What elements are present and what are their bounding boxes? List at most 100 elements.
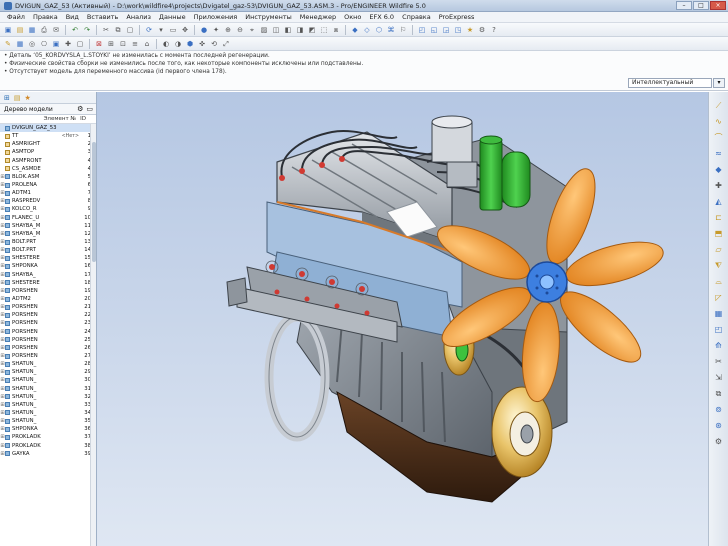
chevron-down-icon[interactable]: ▾ bbox=[713, 78, 725, 88]
folder-browser-icon[interactable]: ▤ bbox=[14, 94, 21, 102]
rib-icon[interactable]: ▱ bbox=[713, 244, 725, 256]
no-hidden-icon[interactable]: ◩ bbox=[307, 25, 317, 35]
wireframe-icon[interactable]: ◧ bbox=[283, 25, 293, 35]
print-icon[interactable]: ⎙ bbox=[39, 25, 49, 35]
menu-item[interactable]: Правка bbox=[29, 13, 62, 21]
perspective-icon[interactable]: ⬚ bbox=[319, 25, 329, 35]
appearance-icon[interactable]: ◐ bbox=[161, 39, 171, 49]
tree-row[interactable]: ⊞PROLENA6 bbox=[0, 181, 96, 189]
tree-row[interactable]: ⊞ ADTM2 20 bbox=[0, 295, 96, 303]
refit-icon[interactable]: ⌖ bbox=[247, 25, 257, 35]
reorient-icon[interactable]: ✥ bbox=[180, 25, 190, 35]
sketch-icon[interactable]: ✎ bbox=[3, 39, 13, 49]
minimize-button[interactable]: – bbox=[676, 1, 692, 10]
settings-icon[interactable]: ⚙ bbox=[713, 436, 725, 448]
tree-scrollbar[interactable] bbox=[90, 124, 96, 546]
tree-row[interactable]: ASMTOP3 bbox=[0, 148, 96, 156]
menu-item[interactable]: Менеджер bbox=[296, 13, 340, 21]
window-icon[interactable]: ▭ bbox=[168, 25, 178, 35]
tree-row[interactable]: ⊞ SHATUN_ 30 bbox=[0, 376, 96, 384]
maximize-button[interactable]: □ bbox=[693, 1, 709, 10]
cut-icon[interactable]: ✂ bbox=[101, 25, 111, 35]
tree-row[interactable]: ⊞RASPREDV8 bbox=[0, 197, 96, 205]
selection-filter[interactable]: Интеллектуальный bbox=[628, 78, 712, 88]
open-icon[interactable]: ▤ bbox=[15, 25, 25, 35]
layer-icon[interactable]: ◫ bbox=[271, 25, 281, 35]
move-icon[interactable]: ✜ bbox=[197, 39, 207, 49]
tree-row[interactable]: ⊞ SHATUN_ 33 bbox=[0, 401, 96, 409]
tree-row[interactable]: ⊞ PORSHEN 22 bbox=[0, 311, 96, 319]
zoom-out-icon[interactable]: ⊖ bbox=[235, 25, 245, 35]
tree-row[interactable]: ⊞ SHATUN_ 34 bbox=[0, 409, 96, 417]
email-icon[interactable]: ✉ bbox=[51, 25, 61, 35]
tree-row[interactable]: ⊞ SHPONKA 16 bbox=[0, 262, 96, 270]
color-icon[interactable]: ◑ bbox=[173, 39, 183, 49]
shell-icon[interactable]: ⬒ bbox=[713, 228, 725, 240]
column-header[interactable]: ID bbox=[80, 116, 86, 122]
hole-icon[interactable]: ⊏ bbox=[713, 212, 725, 224]
tree-row[interactable]: ⊞ SHESTERE 18 bbox=[0, 279, 96, 287]
tree-row[interactable]: ⊞ SHAYBA_M 12 bbox=[0, 230, 96, 238]
settings-icon[interactable]: ⚙ bbox=[477, 25, 487, 35]
list-icon[interactable]: ≡ bbox=[130, 39, 140, 49]
new-icon[interactable]: ▣ bbox=[3, 25, 13, 35]
component-icon[interactable]: ▢ bbox=[75, 39, 85, 49]
tree-row[interactable]: ASMFRONT4 bbox=[0, 157, 96, 165]
favorites-icon[interactable]: ★ bbox=[465, 25, 475, 35]
spline-icon[interactable]: ≈ bbox=[713, 148, 725, 160]
tree-row[interactable]: ⊞ PROKLADK 37 bbox=[0, 433, 96, 441]
saved-view-icon[interactable]: ⧈ bbox=[331, 25, 341, 35]
shading-icon[interactable]: ● bbox=[199, 25, 209, 35]
hidden-line-icon[interactable]: ◨ bbox=[295, 25, 305, 35]
hex-icon[interactable]: ⬢ bbox=[185, 39, 195, 49]
tree-row[interactable]: ⊞ PORSHEN 26 bbox=[0, 344, 96, 352]
save-icon[interactable]: ▦ bbox=[27, 25, 37, 35]
menu-item[interactable]: Анализ bbox=[122, 13, 155, 21]
plane-display-icon[interactable]: ◰ bbox=[417, 25, 427, 35]
revolve-icon[interactable]: ◭ bbox=[713, 196, 725, 208]
tree-row[interactable]: ⊞ PORSHEN 23 bbox=[0, 319, 96, 327]
pattern-icon[interactable]: ▦ bbox=[713, 308, 725, 320]
menu-item[interactable]: EFX 6.0 bbox=[365, 13, 398, 21]
datum-axis-icon[interactable]: ◇ bbox=[362, 25, 372, 35]
add-icon[interactable]: ✚ bbox=[63, 39, 73, 49]
tree-row[interactable]: ⊞ SHESTERE 15 bbox=[0, 254, 96, 262]
tree-row[interactable]: ⊞ SHATUN_ 31 bbox=[0, 385, 96, 393]
undo-icon[interactable]: ↶ bbox=[70, 25, 80, 35]
model-tree-tab-icon[interactable]: ⊞ bbox=[4, 94, 10, 102]
datum-plane-icon[interactable]: ◆ bbox=[350, 25, 360, 35]
menu-item[interactable]: Окно bbox=[340, 13, 365, 21]
parameters-icon[interactable]: ⎔ bbox=[39, 39, 49, 49]
tree-row[interactable]: DVIGUN_GAZ_53.ASM bbox=[0, 124, 96, 133]
menu-item[interactable]: Файл bbox=[3, 13, 29, 21]
tree-row[interactable]: ⊞ BOLT.PRT 13 bbox=[0, 238, 96, 246]
tree-row[interactable]: ⊞KOLCO_R9 bbox=[0, 205, 96, 213]
menu-item[interactable]: ProExpress bbox=[435, 13, 479, 21]
menu-item[interactable]: Инструменты bbox=[241, 13, 296, 21]
tree-row[interactable]: ⊞BLOK.ASM5 bbox=[0, 173, 96, 181]
solidify-icon[interactable]: ⊛ bbox=[713, 420, 725, 432]
expand-icon[interactable]: ⊞ bbox=[106, 39, 116, 49]
tree-row[interactable]: ⊞ PORSHEN 25 bbox=[0, 336, 96, 344]
graphics-viewport[interactable] bbox=[97, 92, 708, 546]
mirror-icon[interactable]: ◰ bbox=[713, 324, 725, 336]
tree-row[interactable]: ⊞ SHATUN_ 28 bbox=[0, 360, 96, 368]
chamfer-icon[interactable]: ◸ bbox=[713, 292, 725, 304]
tree-row[interactable]: ⊞ SHATUN_ 35 bbox=[0, 417, 96, 425]
datum-point-icon[interactable]: ⬡ bbox=[374, 25, 384, 35]
extend-icon[interactable]: ⇲ bbox=[713, 372, 725, 384]
help-icon[interactable]: ? bbox=[489, 25, 499, 35]
offset-icon[interactable]: ⧉ bbox=[713, 388, 725, 400]
menu-item[interactable]: Вид bbox=[62, 13, 83, 21]
csys-display-icon[interactable]: ◳ bbox=[453, 25, 463, 35]
tree-row[interactable]: ⊞ SHATUN_ 32 bbox=[0, 393, 96, 401]
plus-icon[interactable]: ✚ bbox=[713, 180, 725, 192]
resize-icon[interactable]: ⤢ bbox=[221, 39, 231, 49]
thicken-icon[interactable]: ⊚ bbox=[713, 404, 725, 416]
annotation-icon[interactable]: ⚐ bbox=[398, 25, 408, 35]
tree-row[interactable]: CS_ASMDE4 bbox=[0, 165, 96, 173]
tree-row[interactable]: ⊞ SHPONKA 36 bbox=[0, 425, 96, 433]
paste-icon[interactable]: ▢ bbox=[125, 25, 135, 35]
tree-row[interactable]: ASMRIGHT2 bbox=[0, 140, 96, 148]
scrollbar-thumb[interactable] bbox=[92, 142, 96, 262]
